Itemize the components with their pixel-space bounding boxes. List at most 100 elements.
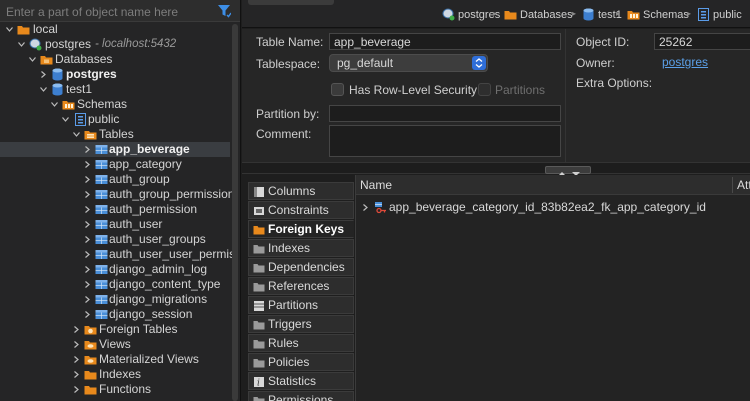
chevron-down-icon[interactable] (18, 41, 25, 48)
tablespace-select[interactable]: pg_default (329, 54, 488, 72)
tree-node-databases[interactable]: Databases (0, 52, 230, 67)
tree-node-local[interactable]: local (0, 22, 230, 37)
rls-label: Has Row-Level Security (349, 83, 478, 97)
tab-constraints[interactable]: Constraints (248, 201, 354, 219)
tree-node-schema-public[interactable]: public (0, 112, 230, 127)
tree-node-indexes[interactable]: Indexes (0, 367, 230, 382)
tab-dependencies[interactable]: Dependencies (248, 258, 354, 276)
tab-policies[interactable]: Policies (248, 353, 354, 371)
filter-icon[interactable] (217, 4, 231, 18)
chevron-right-icon[interactable] (73, 356, 80, 363)
tree-node-foreign-tables[interactable]: Foreign Tables (0, 322, 230, 337)
chevron-right-icon[interactable] (40, 71, 47, 78)
owner-link[interactable]: postgres (662, 55, 708, 69)
tree-node-table[interactable]: auth_user (0, 217, 230, 232)
editor-tab[interactable] (248, 0, 334, 5)
breadcrumb-schemas[interactable]: Schemas (627, 8, 689, 22)
chevron-down-icon[interactable] (6, 26, 13, 33)
chevron-right-icon[interactable] (84, 296, 91, 303)
breadcrumb-label: public (713, 9, 742, 21)
comment-textarea[interactable] (329, 125, 561, 157)
tree-label: auth_user_groups (109, 232, 206, 246)
breadcrumb-databases[interactable]: Databases (504, 8, 574, 22)
tree-node-materialized-views[interactable]: Materialized Views (0, 352, 230, 367)
breadcrumb-public[interactable]: public (697, 8, 750, 22)
tab-indexes[interactable]: Indexes (248, 239, 354, 257)
table-name-input[interactable] (329, 33, 561, 50)
tree-node-table[interactable]: django_migrations (0, 292, 230, 307)
tree-node-table[interactable]: auth_group (0, 172, 230, 187)
chevron-right-icon[interactable] (84, 311, 91, 318)
chevron-right-icon[interactable] (84, 161, 91, 168)
chevron-right-icon[interactable] (84, 236, 91, 243)
tree-node-table[interactable]: app_beverage (0, 142, 230, 157)
tree-node-table[interactable]: app_category (0, 157, 230, 172)
tree-node-tables[interactable]: Tables (0, 127, 230, 142)
tree-node-partial[interactable] (0, 397, 230, 401)
tree-node-database-test1[interactable]: test1 (0, 82, 230, 97)
chevron-down-icon[interactable] (73, 131, 80, 138)
navigator-scrollbar[interactable] (232, 24, 238, 401)
tree-label: django_migrations (109, 292, 208, 306)
tree-node-connection[interactable]: postgres - localhost:5432 (0, 37, 230, 52)
chevron-right-icon[interactable] (73, 341, 80, 348)
splitter-handle[interactable] (545, 166, 591, 176)
tree-node-views[interactable]: Views (0, 337, 230, 352)
chevron-down-icon[interactable] (40, 86, 47, 93)
grid-header: Name Attr (356, 175, 750, 195)
panel-splitter[interactable] (242, 162, 750, 176)
columns-icon (254, 187, 264, 197)
tab-references[interactable]: References (248, 277, 354, 295)
table-icon (95, 190, 108, 199)
chevron-right-icon[interactable] (84, 146, 91, 153)
chevron-right-icon[interactable] (84, 221, 91, 228)
tab-columns[interactable]: Columns (248, 182, 354, 200)
chevron-right-icon[interactable] (84, 251, 91, 258)
breadcrumb-test1[interactable]: test1 (582, 8, 630, 22)
chevron-right-icon[interactable] (84, 191, 91, 198)
tree-node-table[interactable]: auth_user_user_permis (0, 247, 235, 262)
chevron-right-icon[interactable] (362, 204, 369, 211)
tree-node-database-postgres[interactable]: postgres (0, 67, 230, 82)
rls-checkbox[interactable] (331, 83, 344, 96)
partition-by-input[interactable] (329, 105, 561, 122)
chevron-right-icon[interactable] (84, 206, 91, 213)
column-header-attr[interactable]: Attr (733, 175, 750, 195)
tab-statistics[interactable]: i Statistics (248, 372, 354, 390)
tree-label: auth_user_user_permis (109, 247, 236, 261)
tab-foreign-keys[interactable]: Foreign Keys (248, 220, 354, 238)
tab-label: References (268, 279, 330, 293)
chevron-down-icon[interactable] (51, 101, 58, 108)
chevron-down-icon[interactable] (62, 116, 69, 123)
tab-partitions[interactable]: Partitions (248, 296, 354, 314)
chevron-right-icon[interactable] (84, 266, 91, 273)
tree-node-table[interactable]: auth_user_groups (0, 232, 230, 247)
chevron-right-icon[interactable] (73, 386, 80, 393)
object-id-label: Object ID: (576, 35, 630, 49)
chevron-right-icon[interactable] (84, 176, 91, 183)
tab-permissions[interactable]: Permissions (248, 391, 354, 401)
folder-icon (504, 11, 517, 20)
tab-label: Rules (268, 336, 299, 350)
object-id-field[interactable] (654, 33, 750, 50)
navigator-filter-bar (0, 0, 240, 22)
tree-node-schemas[interactable]: Schemas (0, 97, 230, 112)
chevron-right-icon[interactable] (73, 326, 80, 333)
tree-node-table[interactable]: django_session (0, 307, 230, 322)
tree-node-table[interactable]: django_admin_log (0, 262, 230, 277)
table-icon (95, 250, 108, 259)
tree-node-functions[interactable]: Functions (0, 382, 230, 397)
chevron-right-icon[interactable] (84, 281, 91, 288)
tree-node-table[interactable]: auth_group_permission (0, 187, 234, 202)
tree-node-table[interactable]: django_content_type (0, 277, 230, 292)
table-row[interactable]: app_beverage_category_id_83b82ea2_fk_app… (356, 199, 750, 216)
tab-rules[interactable]: Rules (248, 334, 354, 352)
column-header-name[interactable]: Name (356, 175, 732, 195)
partitions-checkbox[interactable] (478, 83, 491, 96)
tree-node-table[interactable]: auth_permission (0, 202, 230, 217)
object-filter-input[interactable] (6, 3, 211, 20)
chevron-down-icon[interactable] (29, 56, 36, 63)
chevron-right-icon[interactable] (73, 371, 80, 378)
scrollbar-thumb[interactable] (232, 24, 238, 401)
tab-triggers[interactable]: Triggers (248, 315, 354, 333)
